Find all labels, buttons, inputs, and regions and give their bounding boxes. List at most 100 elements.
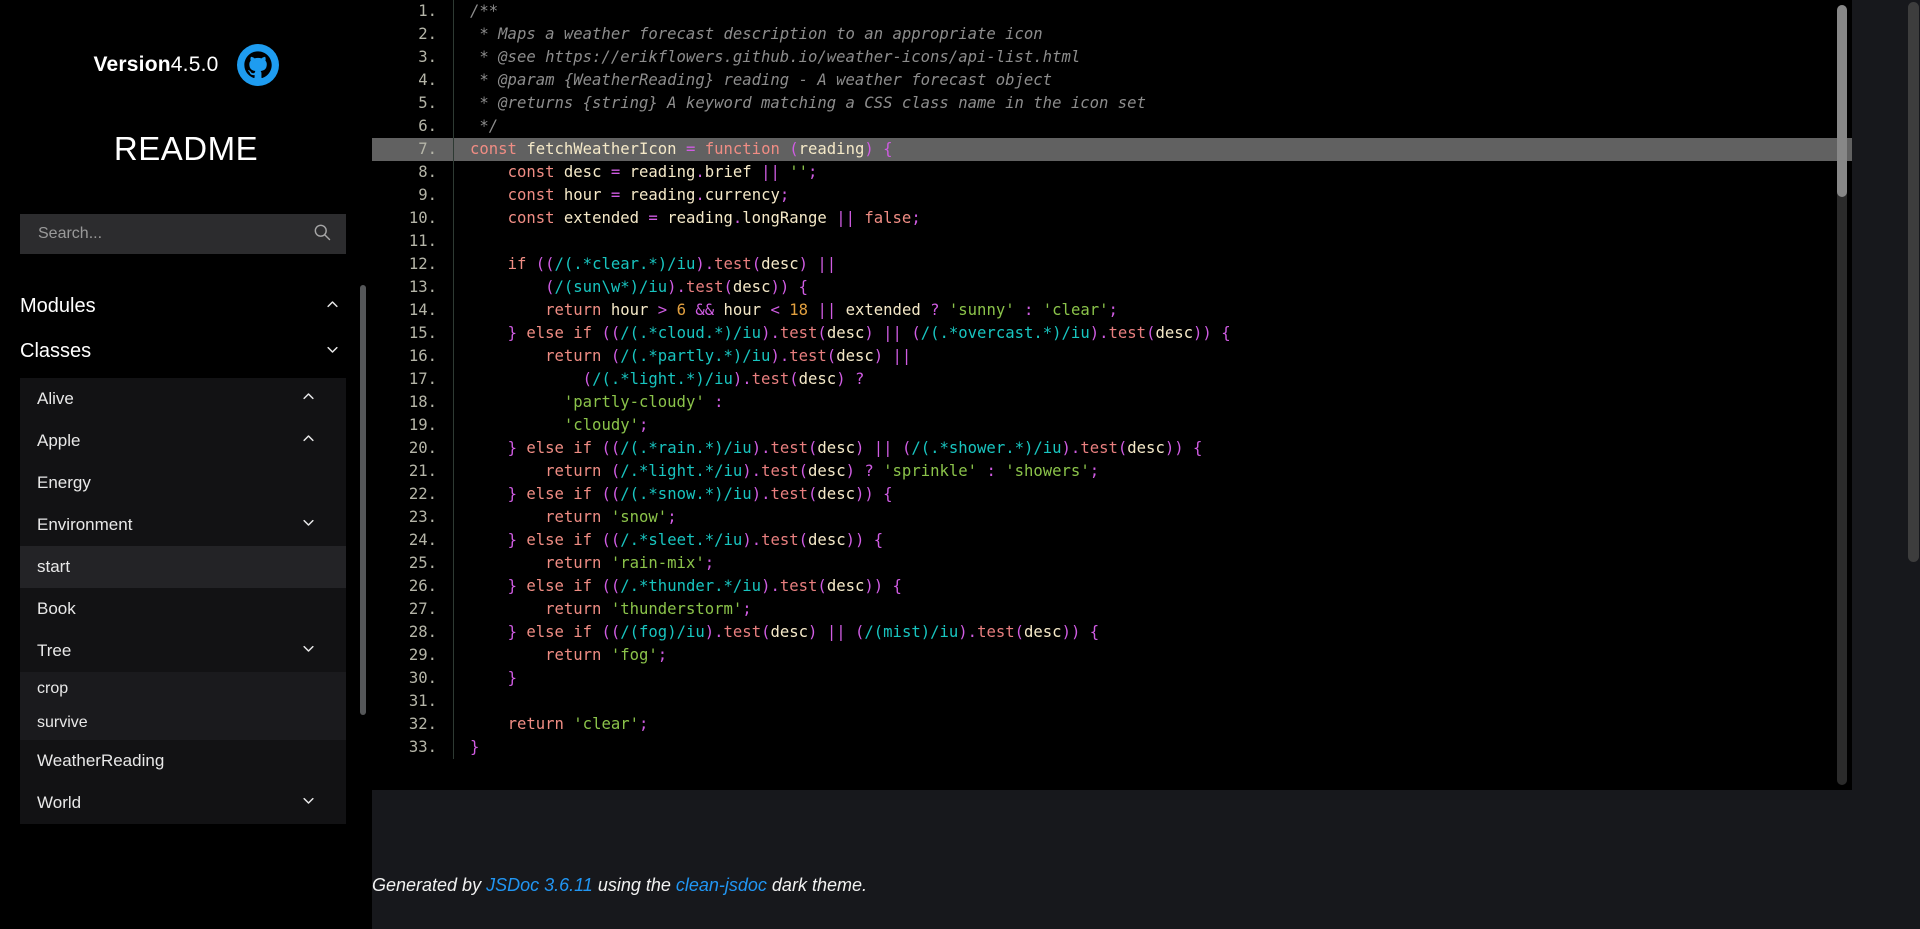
line-number: 9. xyxy=(372,184,454,207)
jsdoc-link[interactable]: JSDoc 3.6.11 xyxy=(486,875,593,895)
line-source: } else if ((/.*thunder.*/iu).test(desc))… xyxy=(507,577,902,595)
chevron-up-icon[interactable] xyxy=(325,295,340,318)
page-title: README xyxy=(113,130,259,167)
sidebar-nav[interactable]: Modules Classes Alive Apple Energy Environmen… xyxy=(0,284,372,904)
line-source: } else if ((/(.*snow.*)/iu).test(desc)) … xyxy=(507,485,893,503)
chevron-down-icon[interactable] xyxy=(301,793,316,813)
version-word: Version xyxy=(93,53,171,76)
line-source: } xyxy=(507,669,517,687)
line-number: 19. xyxy=(372,414,454,437)
sidebar-item-environment[interactable]: Environment xyxy=(20,504,346,546)
sidebar-item-label: World xyxy=(37,793,82,812)
version-label: Version4.5.0 xyxy=(94,53,219,77)
clean-jsdoc-link[interactable]: clean-jsdoc xyxy=(676,875,767,895)
code-scrollbar-thumb[interactable] xyxy=(1837,5,1847,197)
line-source: } else if ((/(.*cloud.*)/iu).test(desc) … xyxy=(507,324,1231,342)
source-code-block: 1. /** 2. * Maps a weather forecast descri… xyxy=(372,0,1852,790)
sidebar-item-survive[interactable]: survive xyxy=(20,706,346,740)
sidebar-item-label: Tree xyxy=(37,641,72,660)
line-number: 5. xyxy=(372,92,454,115)
sidebar-item-crop[interactable]: crop xyxy=(20,672,346,706)
line-number: 33. xyxy=(372,736,454,759)
line-source: return (/(.*partly.*)/iu).test(desc) || xyxy=(545,347,912,365)
chevron-down-icon[interactable] xyxy=(301,515,316,535)
sidebar-section-modules[interactable]: Modules xyxy=(0,284,372,329)
line-source: } else if ((/.*sleet.*/iu).test(desc)) { xyxy=(507,531,884,549)
footer-prefix: Generated by xyxy=(372,875,487,895)
chevron-up-icon[interactable] xyxy=(301,389,316,409)
code-line: 21. return (/.*light.*/iu).test(desc) ? … xyxy=(372,460,1852,483)
code-line: 1. /** xyxy=(372,0,1852,23)
sidebar-item-label: Energy xyxy=(37,473,91,492)
sidebar-scrollbar[interactable] xyxy=(360,285,366,715)
line-source: * @returns {string} A keyword matching a… xyxy=(470,94,1146,112)
line-number: 14. xyxy=(372,299,454,322)
code-line: 16. return (/(.*partly.*)/iu).test(desc)… xyxy=(372,345,1852,368)
sidebar-item-energy[interactable]: Energy xyxy=(20,462,346,504)
code-line: 17. (/(.*light.*)/iu).test(desc) ? xyxy=(372,368,1852,391)
sidebar-item-world[interactable]: World xyxy=(20,782,346,824)
page-scrollbar-track[interactable] xyxy=(1907,0,1920,929)
line-number: 31. xyxy=(372,690,454,713)
line-source: (/(.*light.*)/iu).test(desc) ? xyxy=(582,370,865,388)
line-source: * @param {WeatherReading} reading - A we… xyxy=(470,71,1053,89)
sidebar-section-classes[interactable]: Classes xyxy=(0,329,372,374)
sidebar-item-apple[interactable]: Apple xyxy=(20,420,346,462)
sidebar-item-book[interactable]: Book xyxy=(20,588,346,630)
code-line: 11. xyxy=(372,230,1852,253)
line-number: 21. xyxy=(372,460,454,483)
code-line: 29. return 'fog'; xyxy=(372,644,1852,667)
sidebar-item-start[interactable]: start xyxy=(20,546,346,588)
code-line: 18. 'partly-cloudy' : xyxy=(372,391,1852,414)
search-box[interactable] xyxy=(20,214,346,254)
line-number: 24. xyxy=(372,529,454,552)
line-number: 6. xyxy=(372,115,454,138)
line-source: } else if ((/(fog)/iu).test(desc) || (/(… xyxy=(507,623,1100,641)
chevron-down-icon[interactable] xyxy=(301,641,316,661)
code-line: 4. * @param {WeatherReading} reading - A… xyxy=(372,69,1852,92)
line-source: return 'rain-mix'; xyxy=(545,554,715,572)
sidebar-item-alive[interactable]: Alive xyxy=(20,378,346,420)
sidebar-section-label: Classes xyxy=(20,340,92,362)
line-number: 17. xyxy=(372,368,454,391)
sidebar-item-weatherreading[interactable]: WeatherReading xyxy=(20,740,346,782)
line-number: 12. xyxy=(372,253,454,276)
code-line: 8. const desc = reading.brief || ''; xyxy=(372,161,1852,184)
line-source: const desc = reading.brief || ''; xyxy=(507,163,818,181)
page-scrollbar-thumb[interactable] xyxy=(1908,2,1919,562)
code-line: 3. * @see https://erikflowers.github.io/… xyxy=(372,46,1852,69)
line-source: const extended = reading.longRange || fa… xyxy=(507,209,921,227)
sidebar-item-label: Alive xyxy=(37,389,74,408)
code-lines: 1. /** 2. * Maps a weather forecast descri… xyxy=(372,0,1852,759)
code-line: 27. return 'thunderstorm'; xyxy=(372,598,1852,621)
line-number: 11. xyxy=(372,230,454,253)
line-source: */ xyxy=(470,117,499,135)
code-line: 30. } xyxy=(372,667,1852,690)
github-icon[interactable] xyxy=(236,44,279,86)
sidebar-header: Version4.5.0 xyxy=(0,0,372,86)
page-root: Version4.5.0 README ModulesClassesAliveA… xyxy=(0,0,1920,929)
chevron-down-icon[interactable] xyxy=(325,340,340,363)
sidebar-item-label: Apple xyxy=(37,431,81,450)
code-line: 5. * @returns {string} A keyword matchin… xyxy=(372,92,1852,115)
sidebar-class-group: Alive Apple Energy Environment start Book Tree… xyxy=(20,378,346,824)
search-input[interactable] xyxy=(38,225,312,243)
code-line: 31. xyxy=(372,690,1852,713)
chevron-up-icon[interactable] xyxy=(301,431,316,451)
line-source: if ((/(.*clear.*)/iu).test(desc) || xyxy=(507,255,837,273)
line-number: 13. xyxy=(372,276,454,299)
line-number: 32. xyxy=(372,713,454,736)
code-line: 2. * Maps a weather forecast description… xyxy=(372,23,1852,46)
version-number: 4.5.0 xyxy=(170,53,219,76)
code-line: 23. return 'snow'; xyxy=(372,506,1852,529)
sidebar-item-label: survive xyxy=(37,714,88,731)
sidebar-section-label: Modules xyxy=(20,295,96,317)
sidebar-item-label: crop xyxy=(37,680,69,697)
line-source: /** xyxy=(470,2,499,20)
sidebar-item-tree[interactable]: Tree xyxy=(20,630,346,672)
main-content: 1. /** 2. * Maps a weather forecast descri… xyxy=(372,0,1920,929)
line-number: 29. xyxy=(372,644,454,667)
footer: Generated by JSDoc 3.6.11 using the clea… xyxy=(372,875,867,896)
line-source: return (/.*light.*/iu).test(desc) ? 'spr… xyxy=(545,462,1100,480)
search-icon[interactable] xyxy=(312,222,332,247)
